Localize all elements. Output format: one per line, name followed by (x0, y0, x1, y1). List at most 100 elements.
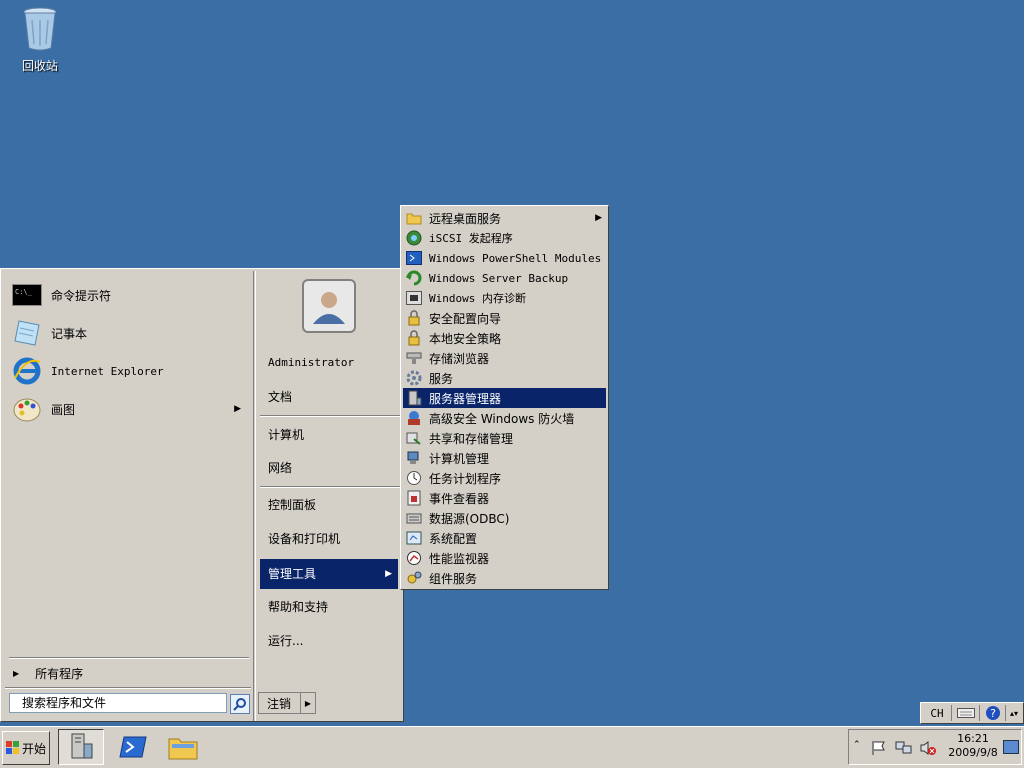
submenu-item-label: 服务 (429, 371, 454, 386)
submenu-item[interactable]: 本地安全策略 (403, 328, 606, 348)
taskbar-powershell[interactable] (110, 729, 156, 765)
menu-devices-printers[interactable]: 设备和打印机 (260, 525, 398, 553)
taskbar: 开始 ⌃ 16:21 2009/9/8 (0, 726, 1024, 768)
submenu-item[interactable]: 安全配置向导 (403, 308, 606, 328)
submenu-item[interactable]: 数据源(ODBC) (403, 508, 606, 528)
submenu-item-label: Windows Server Backup (429, 271, 569, 285)
folder-icon (405, 210, 423, 226)
language-indicator[interactable]: CH (923, 705, 952, 721)
firewall-icon (405, 410, 423, 426)
search-button[interactable] (230, 694, 250, 714)
submenu-item[interactable]: iSCSI 发起程序 (403, 228, 606, 248)
search-input[interactable]: 搜索程序和文件 (9, 693, 227, 713)
pinned-label: 画图 (51, 402, 76, 417)
flag-icon[interactable] (871, 740, 887, 756)
submenu-item-label: iSCSI 发起程序 (429, 232, 513, 245)
clock[interactable]: 16:21 2009/9/8 (945, 732, 1001, 760)
logoff-button[interactable]: 注销 ▶ (258, 692, 316, 714)
submenu-item[interactable]: 服务 (403, 368, 606, 388)
iscsi-icon (405, 230, 423, 246)
taskbar-explorer[interactable] (160, 729, 206, 765)
submenu-item[interactable]: 任务计划程序 (403, 468, 606, 488)
backup-icon (405, 270, 423, 286)
ie-icon (11, 356, 43, 386)
clock-icon (405, 470, 423, 486)
submenu-item[interactable]: 组件服务 (403, 568, 606, 588)
menu-documents[interactable]: 文档 (260, 383, 398, 411)
event-viewer-icon (405, 490, 423, 506)
system-tray: ⌃ 16:21 2009/9/8 (848, 729, 1022, 765)
all-programs[interactable]: ▶ 所有程序 (11, 663, 249, 683)
submenu-item-label: 安全配置向导 (429, 311, 502, 326)
show-hidden-icons-icon[interactable]: ⌃ (853, 740, 861, 750)
pinned-label: 记事本 (51, 326, 88, 341)
submenu-item-label: 数据源(ODBC) (429, 511, 510, 526)
pinned-ie[interactable]: Internet Explorer (11, 355, 251, 387)
svg-text:?: ? (990, 707, 996, 720)
start-button[interactable]: 开始 (2, 731, 50, 765)
divider (260, 486, 400, 488)
chevron-right-icon[interactable]: ▶ (300, 693, 315, 713)
clock-date: 2009/9/8 (948, 746, 998, 759)
divider (9, 657, 249, 659)
services-icon (405, 370, 423, 386)
start-label: 开始 (21, 741, 46, 756)
security-policy-icon (405, 330, 423, 346)
menu-admin-tools[interactable]: 管理工具 ▶ (260, 559, 398, 589)
start-menu: C:\_ 命令提示符 记事本 Internet Explorer 画图 ▶ ▶ (0, 268, 404, 722)
pinned-notepad[interactable]: 记事本 (11, 317, 251, 349)
user-avatar[interactable] (302, 279, 356, 333)
pinned-cmd[interactable]: C:\_ 命令提示符 (11, 279, 251, 311)
recycle-bin[interactable]: 回收站 (14, 6, 66, 74)
submenu-item-selected[interactable]: 服务器管理器 (403, 388, 606, 408)
divider (260, 415, 400, 417)
submenu-item-label: Windows PowerShell Modules (429, 251, 602, 265)
share-icon (405, 430, 423, 446)
submenu-item-label: 组件服务 (429, 571, 478, 586)
volume-muted-icon[interactable] (919, 740, 937, 756)
menu-help-support[interactable]: 帮助和支持 (260, 593, 398, 621)
network-icon[interactable] (895, 740, 913, 756)
notepad-icon (11, 318, 43, 348)
submenu-item[interactable]: 系统配置 (403, 528, 606, 548)
msconfig-icon (405, 530, 423, 546)
help-icon[interactable]: ? (981, 705, 1006, 721)
submenu-item-label: 计算机管理 (429, 451, 490, 466)
menu-admin-tools-label: 管理工具 (268, 567, 317, 581)
all-programs-label: 所有程序 (35, 666, 84, 681)
submenu-item[interactable]: 高级安全 Windows 防火墙 (403, 408, 606, 428)
submenu-item[interactable]: 共享和存储管理 (403, 428, 606, 448)
user-name[interactable]: Administrator (260, 349, 398, 377)
show-desktop-icon[interactable] (1003, 740, 1019, 754)
keyboard-icon[interactable] (953, 705, 980, 721)
chevron-right-icon: ▶ (13, 668, 20, 678)
language-bar: CH ? ▴▾ (920, 702, 1024, 724)
submenu-item[interactable]: 性能监视器 (403, 548, 606, 568)
pinned-paint[interactable]: 画图 ▶ (11, 393, 251, 425)
folder-icon (168, 738, 198, 760)
memory-icon (405, 290, 423, 306)
submenu-item[interactable]: 计算机管理 (403, 448, 606, 468)
submenu-item[interactable]: Windows 内存诊断 (403, 288, 606, 308)
menu-network[interactable]: 网络 (260, 454, 398, 482)
menu-computer[interactable]: 计算机 (260, 421, 398, 449)
submenu-item-label: 事件查看器 (429, 491, 490, 506)
submenu-item[interactable]: Windows Server Backup (403, 268, 606, 288)
submenu-item[interactable]: 事件查看器 (403, 488, 606, 508)
submenu-arrow-icon: ▶ (234, 404, 241, 414)
submenu-arrow-icon: ▶ (385, 569, 392, 579)
submenu-item[interactable]: Windows PowerShell Modules (403, 248, 606, 268)
component-icon (405, 570, 423, 586)
submenu-item-label: 本地安全策略 (429, 331, 502, 346)
logoff-label: 注销 (267, 696, 292, 711)
admin-tools-submenu: 远程桌面服务 ▶ iSCSI 发起程序 Windows PowerShell M… (400, 205, 609, 590)
submenu-item-label: 存储浏览器 (429, 351, 490, 366)
submenu-item[interactable]: 远程桌面服务 ▶ (403, 208, 606, 228)
taskbar-server-manager[interactable] (58, 729, 104, 765)
menu-control-panel[interactable]: 控制面板 (260, 491, 398, 519)
divider (5, 687, 251, 689)
recycle-bin-label: 回收站 (21, 59, 58, 73)
menu-run[interactable]: 运行... (260, 627, 398, 655)
submenu-item[interactable]: 存储浏览器 (403, 348, 606, 368)
options-icon[interactable]: ▴▾ (1007, 705, 1021, 721)
